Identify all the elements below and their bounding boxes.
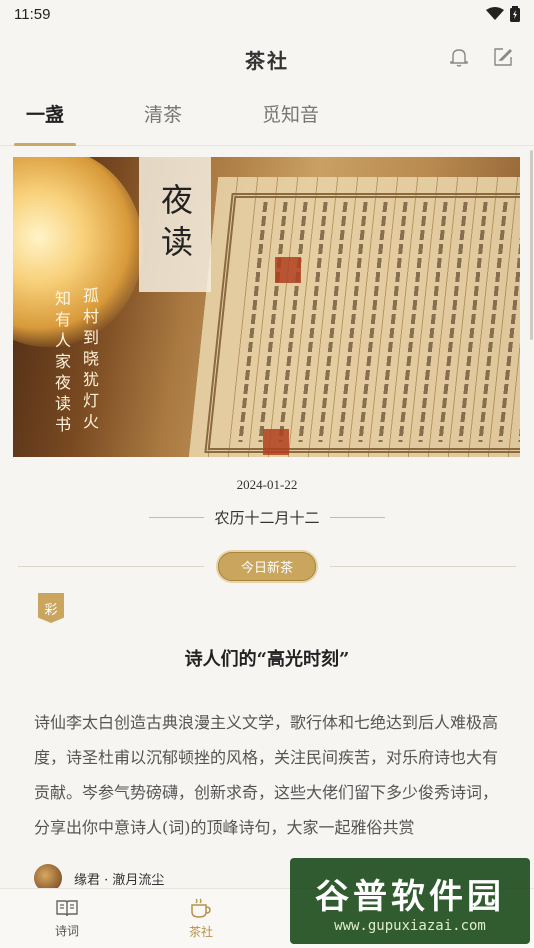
ornament-line-right xyxy=(329,517,385,518)
post-title[interactable]: 诗人们的“高光时刻” xyxy=(0,645,534,671)
tab-yizhan[interactable]: 一盏 xyxy=(13,100,77,146)
battery-icon xyxy=(510,6,520,22)
app-header: 茶社 xyxy=(0,28,534,90)
ornament-line-left xyxy=(149,517,205,518)
book-icon xyxy=(56,900,78,917)
header-actions xyxy=(448,46,514,68)
banner-image[interactable]: 夜读 孤村到晓犹灯火 知有人家夜读书 xyxy=(13,157,520,457)
watermark-url: www.gupuxiazai.com xyxy=(334,917,486,934)
watermark-text: 谷普软件园 xyxy=(315,876,505,917)
post-tag: 彩 xyxy=(38,593,64,623)
book-text xyxy=(230,202,520,442)
banner-poem-line-2: 知有人家夜读书 xyxy=(52,290,71,437)
edit-icon[interactable] xyxy=(492,46,514,68)
divider-line-right xyxy=(330,566,517,567)
lunar-date: 农历十二月十二 xyxy=(214,509,320,527)
author-name[interactable]: 缘君 · 澈月流尘 xyxy=(74,869,164,888)
scrollbar-thumb[interactable] xyxy=(530,150,533,340)
tab-qingcha[interactable]: 清茶 xyxy=(144,100,182,145)
banner-poem-line-1: 孤村到晓犹灯火 xyxy=(80,287,99,434)
tab-mizhiyin[interactable]: 觅知音 xyxy=(262,100,319,145)
post-body-text-2: 分享出你中意诗人(词)的顶峰诗句，大家一起雅俗共赏 xyxy=(34,818,415,837)
nav-label-chashe: 茶社 xyxy=(188,925,213,939)
post-body[interactable]: 诗仙李太白创造古典浪漫主义文学，歌行体和七绝达到后人难极高度，诗圣杜甫以沉郁顿挫… xyxy=(34,705,506,845)
status-bar: 11:59 xyxy=(0,0,534,28)
post-body-text: 诗仙李太白创造古典浪漫主义文学，歌行体和七绝达到后人难极高度，诗圣杜甫以沉郁顿挫… xyxy=(34,713,499,802)
nav-item-shici[interactable]: 诗词 xyxy=(0,889,134,948)
section-divider: 今日新茶 xyxy=(18,552,517,581)
tab-bar: 一盏 清茶 觅知音 xyxy=(0,90,534,146)
date-block: 2024-01-22 农历十二月十二 xyxy=(0,477,534,528)
page-title: 茶社 xyxy=(245,48,289,73)
bell-icon[interactable] xyxy=(448,46,470,68)
tea-cup-icon xyxy=(191,898,211,918)
status-time: 11:59 xyxy=(14,5,51,23)
status-icons xyxy=(486,6,520,22)
divider-line-left xyxy=(18,566,204,567)
today-new-tea-badge: 今日新茶 xyxy=(218,552,317,581)
nav-label-shici: 诗词 xyxy=(54,924,79,938)
nav-item-chashe[interactable]: 茶社 xyxy=(134,889,268,948)
banner-title: 夜读 xyxy=(156,182,194,267)
wifi-icon xyxy=(486,7,504,20)
banner-title-card: 夜读 xyxy=(139,157,211,292)
seal-stamp xyxy=(263,429,289,455)
solar-date: 2024-01-22 xyxy=(236,477,298,492)
lunar-row: 农历十二月十二 xyxy=(0,507,534,528)
watermark-logo: 谷普软件园 www.gupuxiazai.com xyxy=(290,858,530,944)
seal-stamp xyxy=(275,257,301,283)
